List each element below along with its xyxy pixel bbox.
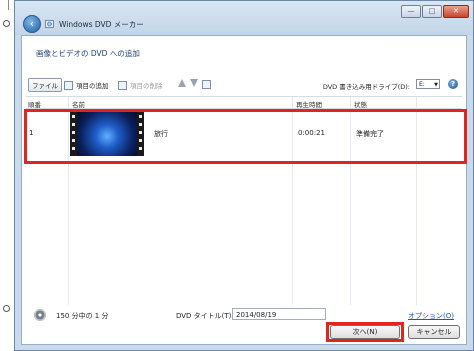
column-header-status[interactable]: 状態 <box>354 99 367 109</box>
highlight-frame <box>326 322 404 342</box>
add-items-icon <box>64 80 73 90</box>
window-controls: — □ ✕ <box>401 5 469 18</box>
external-bullet <box>3 305 10 312</box>
column-header-duration[interactable]: 再生時間 <box>296 99 322 109</box>
properties-icon[interactable] <box>202 80 211 89</box>
remove-items-button[interactable]: 項目の削除 <box>118 80 163 90</box>
dvd-maker-window: ‹ Windows DVD メーカー — □ ✕ 画像とビデオの DVD への追… <box>14 0 474 351</box>
window-title: Windows DVD メーカー <box>59 20 144 29</box>
external-bullet <box>3 20 10 27</box>
highlight-frame <box>24 109 467 164</box>
move-up-icon[interactable] <box>178 79 186 87</box>
maximize-button[interactable]: □ <box>422 5 442 18</box>
title-bar: ‹ Windows DVD メーカー — □ ✕ <box>15 1 473 35</box>
move-down-icon[interactable] <box>190 79 198 87</box>
disc-usage: 150 分中の 1 分 <box>56 312 109 320</box>
help-icon[interactable]: ? <box>448 79 458 89</box>
column-header-name[interactable]: 名前 <box>72 99 85 109</box>
disc-icon <box>34 309 46 321</box>
main-content: 画像とビデオの DVD への追加 ファイル 項目の追加 項目の削除 DVD 書き… <box>21 35 467 345</box>
remove-items-label: 項目の削除 <box>130 82 163 90</box>
options-link[interactable]: オプション(O) <box>408 311 454 321</box>
file-menu-button[interactable]: ファイル <box>28 78 62 92</box>
items-list: 順番 名前 再生時間 状態 1 旅行 0:00:21 準備完了 <box>24 96 467 305</box>
footer: 150 分中の 1 分 DVD タイトル(T): 2014/08/19 オプショ… <box>26 306 462 342</box>
add-items-button[interactable]: 項目の追加 <box>64 80 109 90</box>
dvd-title-input[interactable]: 2014/08/19 <box>232 308 326 320</box>
dvd-maker-app-icon <box>45 20 54 28</box>
drive-select[interactable]: E: ▼ <box>416 79 440 89</box>
drive-label: DVD 書き込み用ドライブ(D): <box>322 83 410 91</box>
toolbar: ファイル 項目の追加 項目の削除 DVD 書き込み用ドライブ(D): E: ▼ … <box>26 78 462 92</box>
minimize-button[interactable]: — <box>401 5 421 18</box>
back-button[interactable]: ‹ <box>23 15 41 33</box>
remove-items-icon <box>118 80 127 90</box>
dvd-title-label: DVD タイトル(T): <box>176 312 234 320</box>
chevron-down-icon: ▼ <box>434 82 438 88</box>
drive-value: E: <box>419 81 425 88</box>
add-items-label: 項目の追加 <box>76 82 109 90</box>
page-subtitle: 画像とビデオの DVD への追加 <box>36 49 140 58</box>
close-button[interactable]: ✕ <box>443 5 469 18</box>
column-header-order[interactable]: 順番 <box>28 99 41 109</box>
list-header: 順番 名前 再生時間 状態 <box>26 97 462 109</box>
cancel-button[interactable]: キャンセル <box>408 325 460 339</box>
